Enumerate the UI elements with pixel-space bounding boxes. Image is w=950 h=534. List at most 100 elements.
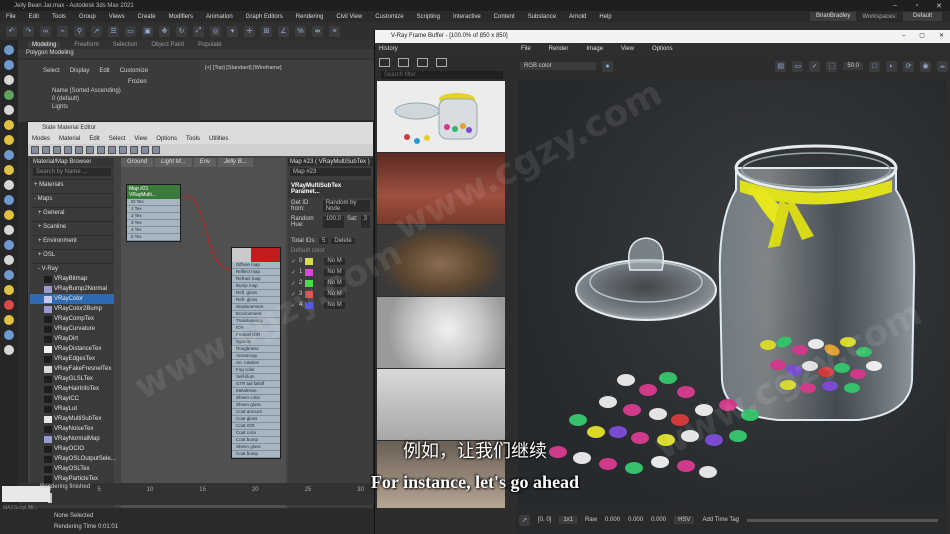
pivot-icon[interactable]: ✛: [244, 25, 255, 37]
se-layer-default[interactable]: 0 (default): [18, 96, 200, 102]
channel-dropdown[interactable]: RGB color: [520, 62, 596, 70]
vray-icon[interactable]: [4, 315, 14, 325]
browser-map-item[interactable]: VRayNormalMap: [30, 434, 114, 444]
interactive-render-icon[interactable]: ⟳: [903, 60, 914, 72]
particle-icon[interactable]: [4, 270, 14, 280]
move-icon[interactable]: ✥: [159, 25, 170, 37]
history-save-icon[interactable]: [379, 58, 390, 67]
browser-map-item[interactable]: VRayCompTex: [30, 314, 114, 324]
node-map-header[interactable]: Map #21 VRayMulti...: [127, 185, 180, 199]
se-tab-customize[interactable]: Customize: [120, 68, 148, 74]
browser-cat-vray[interactable]: - V-Ray: [30, 263, 114, 274]
view-tab-env[interactable]: Env: [193, 158, 217, 167]
workspace-dropdown[interactable]: Default: [902, 12, 942, 21]
se-tab-edit[interactable]: Edit: [99, 68, 109, 74]
sat-field[interactable]: 3: [360, 216, 370, 228]
pointer-icon[interactable]: ➚: [519, 514, 530, 526]
select-by-name-icon[interactable]: ☰: [108, 25, 119, 37]
vfb-menu-render[interactable]: Render: [549, 46, 569, 52]
percent-snap-icon[interactable]: %: [295, 25, 306, 37]
browser-cat-scanline[interactable]: + Scanline: [30, 221, 114, 232]
node-material-slot[interactable]: Metalness: [232, 388, 280, 395]
se-tab-display[interactable]: Display: [70, 68, 90, 74]
vfb-menu-view[interactable]: View: [621, 46, 634, 52]
params-section-header[interactable]: VRayMultiSubTex Paramet...: [288, 180, 373, 198]
system-icon[interactable]: [4, 255, 14, 265]
maxscript-label[interactable]: MAXScript Mi...: [3, 505, 37, 511]
browser-map-item[interactable]: VRayHairInfoTex: [30, 384, 114, 394]
slate-menu-modes[interactable]: Modes: [32, 136, 50, 142]
camera-icon[interactable]: [4, 150, 14, 160]
history-ab-icon[interactable]: [398, 58, 409, 67]
delete-button[interactable]: Delete: [331, 238, 355, 244]
menu-rendering[interactable]: Rendering: [296, 14, 324, 20]
material-icon[interactable]: [4, 330, 14, 340]
place-icon[interactable]: ◎: [210, 25, 221, 37]
browser-cat-maps[interactable]: - Maps: [30, 193, 114, 204]
node-material-slot[interactable]: Coat amount: [232, 409, 280, 416]
region-render-icon[interactable]: ⬚: [826, 60, 838, 72]
save-image-icon[interactable]: ▤: [775, 60, 787, 72]
render-icon[interactable]: [4, 285, 14, 295]
history-compare-icon[interactable]: [436, 58, 447, 67]
view-tab-light[interactable]: Light M...: [155, 158, 192, 167]
render-teapot-icon[interactable]: ☕: [937, 60, 948, 72]
menu-content[interactable]: Content: [494, 14, 515, 20]
node-map-21[interactable]: Map #21 VRayMulti... ID Tex 1 Tex 2 Tex 3 T…: [126, 184, 181, 242]
node-material-slot[interactable]: Diffuse map: [232, 262, 280, 269]
add-time-tag-button[interactable]: Add Time Tag: [702, 517, 739, 523]
node-map-slot[interactable]: 4 Tex: [127, 227, 180, 234]
clear-image-icon[interactable]: ▭: [792, 60, 804, 72]
hierarchy-icon[interactable]: [4, 75, 14, 85]
lens-icon[interactable]: ◐: [886, 60, 897, 72]
minimize-icon[interactable]: –: [884, 0, 906, 11]
slate-assign-icon[interactable]: [64, 146, 72, 154]
browser-search-input[interactable]: Search by Name ...: [33, 168, 111, 176]
vfb-menu-file[interactable]: File: [521, 46, 531, 52]
node-material-slot[interactable]: Bump map: [232, 283, 280, 290]
color-channel-icon[interactable]: ●: [602, 60, 613, 72]
stop-render-icon[interactable]: ◉: [920, 60, 931, 72]
vfb-menu-options[interactable]: Options: [652, 46, 673, 52]
vfb-close-icon[interactable]: ✕: [939, 30, 944, 43]
menu-graph-editors[interactable]: Graph Editors: [246, 14, 283, 20]
browser-map-item[interactable]: VRayCurvature: [30, 324, 114, 334]
menu-scripting[interactable]: Scripting: [417, 14, 440, 20]
slate-show-icon[interactable]: [108, 146, 116, 154]
browser-map-item[interactable]: VRayColor: [30, 294, 114, 304]
se-tab-select[interactable]: Select: [43, 68, 60, 74]
checkbox-icon[interactable]: ✓: [291, 258, 296, 265]
menu-file[interactable]: File: [6, 14, 16, 20]
browser-map-item[interactable]: VRayMultiSubTex: [30, 414, 114, 424]
browser-cat-general[interactable]: + General: [30, 207, 114, 218]
node-material-slot[interactable]: Coat color: [232, 430, 280, 437]
space-warp-icon[interactable]: [4, 195, 14, 205]
slate-delete-icon[interactable]: [75, 146, 83, 154]
unlink-icon[interactable]: ⌁: [57, 25, 68, 37]
se-name-header[interactable]: Name (Sorted Ascending): [18, 88, 200, 94]
node-material-slot[interactable]: Refract map: [232, 276, 280, 283]
bind-icon[interactable]: ⚲: [74, 25, 85, 37]
slate-menu-select[interactable]: Select: [109, 136, 126, 142]
slate-layout-children-icon[interactable]: [130, 146, 138, 154]
slate-menu-options[interactable]: Options: [156, 136, 177, 142]
menu-views[interactable]: Views: [109, 14, 125, 20]
node-material-slot[interactable]: Coat IOR: [232, 423, 280, 430]
history-load-icon[interactable]: [417, 58, 428, 67]
browser-map-item[interactable]: VRayGLSLTex: [30, 374, 114, 384]
node-material-slot[interactable]: Coat bump: [232, 437, 280, 444]
frozen-column[interactable]: Frozen: [128, 79, 147, 85]
zoom-field[interactable]: 50.0: [843, 62, 863, 70]
ribbon-tab-freeform[interactable]: Freeform: [74, 42, 98, 48]
menu-tools[interactable]: Tools: [52, 14, 66, 20]
slate-menu-material[interactable]: Material: [59, 136, 80, 142]
vfb-maximize-icon[interactable]: ▢: [919, 30, 925, 43]
browser-map-item[interactable]: VRayEdgesTex: [30, 354, 114, 364]
node-material-slot[interactable]: Sheen gloss: [232, 402, 280, 409]
light-icon[interactable]: [4, 135, 14, 145]
node-map-slot[interactable]: 1 Tex: [127, 206, 180, 213]
slate-move-children-icon[interactable]: [86, 146, 94, 154]
sun-icon[interactable]: [4, 165, 14, 175]
ribbon-sub-polygon-modeling[interactable]: Polygon Modeling: [18, 49, 374, 58]
node-material-slot[interactable]: Self-illum: [232, 374, 280, 381]
